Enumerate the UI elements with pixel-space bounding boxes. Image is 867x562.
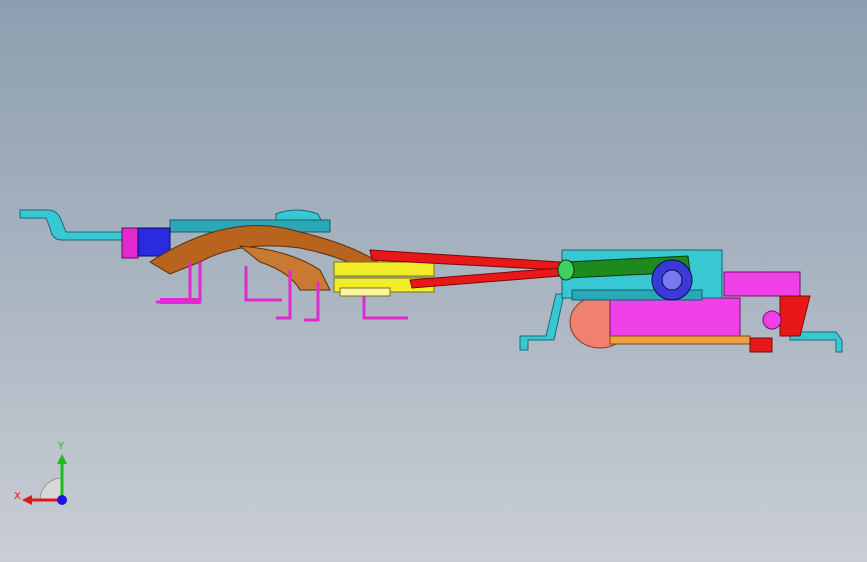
blue-clip-block[interactable]	[137, 227, 171, 257]
yellow-connector-tab	[339, 287, 391, 297]
green-shaft-end	[557, 259, 575, 281]
right-mounting-bracket[interactable]	[519, 293, 565, 351]
small-hub	[762, 310, 782, 330]
red-wedge	[779, 295, 811, 337]
red-stub	[749, 337, 773, 353]
orange-base-strip	[609, 335, 751, 345]
blue-gear-hub	[661, 269, 683, 291]
triad-y-label: Y	[58, 441, 65, 452]
magenta-top-block	[723, 271, 801, 297]
left-mounting-bracket[interactable]	[19, 209, 123, 241]
coordinate-triad: Y X	[10, 440, 80, 510]
yellow-connector-block[interactable]	[333, 261, 435, 277]
cad-viewport[interactable]: Y X	[0, 0, 867, 562]
cad-model[interactable]	[0, 0, 867, 562]
triad-x-label: X	[14, 491, 21, 502]
magenta-foot-bar	[160, 298, 200, 304]
magenta-clip-left	[121, 227, 139, 259]
